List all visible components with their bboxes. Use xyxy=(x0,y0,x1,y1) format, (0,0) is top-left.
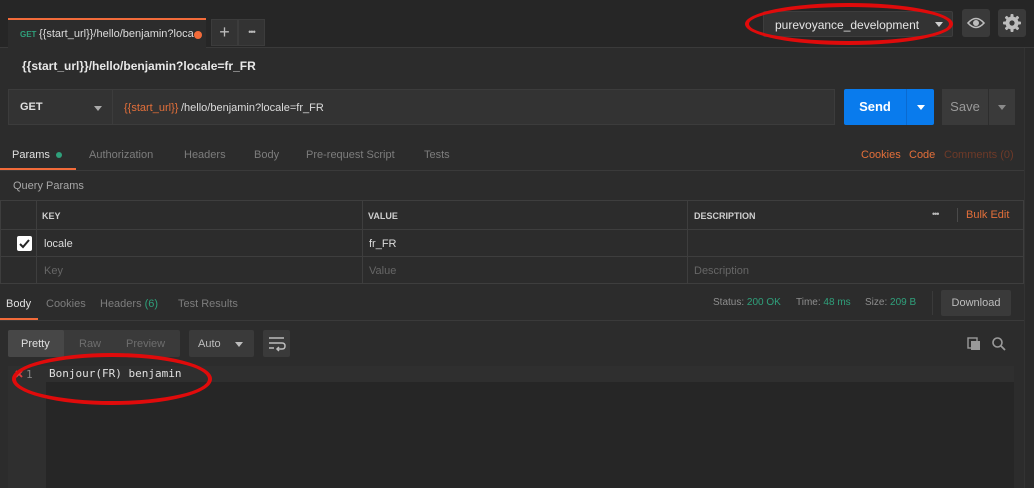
divider xyxy=(0,320,1024,321)
format-raw-button[interactable]: Raw xyxy=(79,338,101,350)
query-params-heading: Query Params xyxy=(13,180,84,192)
tab-tests[interactable]: Tests xyxy=(424,149,450,161)
tab-options-button[interactable]: ••• xyxy=(238,19,265,46)
bulk-edit-link[interactable]: Bulk Edit xyxy=(966,209,1009,221)
divider xyxy=(0,170,1024,171)
params-active-dot-icon xyxy=(56,152,62,158)
value-column-header: VALUE xyxy=(363,201,688,230)
save-button[interactable]: Save xyxy=(942,89,988,125)
request-name[interactable]: {{start_url}}/hello/benjamin?locale=fr_F… xyxy=(22,59,256,73)
tab-headers[interactable]: Headers xyxy=(184,149,226,161)
param-value[interactable]: fr_FR xyxy=(363,230,688,257)
checkmark-icon xyxy=(19,239,30,249)
table-options-button[interactable]: ••• xyxy=(932,209,940,219)
param-description[interactable] xyxy=(688,230,1024,257)
response-tab-headers-label: Headers xyxy=(100,298,142,310)
search-response-button[interactable] xyxy=(991,336,1007,355)
response-status: Status: 200 OK xyxy=(713,297,781,308)
url-path: /hello/benjamin?locale=fr_FR xyxy=(181,102,324,114)
download-button[interactable]: Download xyxy=(941,290,1011,316)
status-label: Status: xyxy=(713,297,745,308)
unsaved-dot-icon xyxy=(194,31,202,39)
tab-prerequest-script[interactable]: Pre-request Script xyxy=(306,149,395,161)
method-select-label: GET xyxy=(20,101,43,113)
table-row-checkbox-cell xyxy=(0,257,37,284)
environment-quick-look-button[interactable] xyxy=(962,9,990,37)
save-options-button[interactable] xyxy=(988,89,1015,125)
chevron-down-icon xyxy=(917,105,925,110)
new-key-input[interactable]: Key xyxy=(37,257,363,284)
response-tab-cookies[interactable]: Cookies xyxy=(46,298,86,310)
tab-authorization[interactable]: Authorization xyxy=(89,149,153,161)
response-time: Time: 48 ms xyxy=(796,297,851,308)
response-size: Size: 209 B xyxy=(865,297,916,308)
size-label: Size: xyxy=(865,297,888,308)
chevron-down-icon xyxy=(998,105,1006,110)
request-tab-title: {{start_url}}/hello/benjamin?loca xyxy=(39,28,194,40)
status-value: 200 OK xyxy=(746,297,781,308)
request-tab-method: GET xyxy=(20,30,37,39)
manage-environments-button[interactable] xyxy=(998,9,1026,37)
annotation-ellipse-environment xyxy=(745,3,953,45)
code-link[interactable]: Code xyxy=(909,149,935,161)
response-tab-test-results[interactable]: Test Results xyxy=(178,298,238,310)
url-variable: {{start_url}} xyxy=(124,102,179,114)
tab-params[interactable]: Params xyxy=(12,149,50,161)
chevron-down-icon xyxy=(235,342,243,347)
wrap-lines-button[interactable] xyxy=(263,330,290,357)
param-key[interactable]: locale xyxy=(37,230,363,257)
gear-icon xyxy=(1003,14,1021,32)
request-tab[interactable]: GET {{start_url}}/hello/benjamin?loca xyxy=(8,18,206,48)
divider xyxy=(932,291,933,315)
language-select-label: Auto xyxy=(198,338,221,350)
new-description-input[interactable]: Description xyxy=(688,257,1024,284)
new-tab-button[interactable]: + xyxy=(211,19,238,46)
size-value: 209 B xyxy=(890,297,917,308)
scrollbar[interactable] xyxy=(1024,48,1034,488)
format-pretty-button[interactable]: Pretty xyxy=(21,338,50,350)
comments-link[interactable]: Comments (0) xyxy=(944,149,1014,161)
method-select[interactable]: GET xyxy=(8,89,112,125)
language-select[interactable]: Auto xyxy=(189,330,254,357)
time-value: 48 ms xyxy=(823,297,851,308)
divider xyxy=(957,208,958,222)
table-header-cell xyxy=(0,201,37,230)
copy-icon xyxy=(967,337,980,350)
response-tab-headers[interactable]: Headers (6) xyxy=(100,298,158,310)
param-enabled-checkbox[interactable] xyxy=(17,236,32,251)
send-options-button[interactable] xyxy=(906,89,934,125)
new-value-input[interactable]: Value xyxy=(363,257,688,284)
annotation-ellipse-response xyxy=(12,353,212,405)
eye-icon xyxy=(966,17,986,29)
send-button[interactable]: Send xyxy=(844,89,906,125)
tab-body[interactable]: Body xyxy=(254,149,279,161)
format-preview-button[interactable]: Preview xyxy=(126,338,165,350)
search-icon xyxy=(992,337,1006,351)
wrap-lines-icon xyxy=(269,337,286,352)
chevron-down-icon xyxy=(94,106,102,111)
key-column-header: KEY xyxy=(37,201,363,230)
cookies-link[interactable]: Cookies xyxy=(861,149,901,161)
headers-count-badge: (6) xyxy=(144,298,159,310)
params-table: KEY VALUE DESCRIPTION locale fr_FR Key V… xyxy=(0,200,1024,284)
copy-response-button[interactable] xyxy=(966,336,982,355)
time-label: Time: xyxy=(796,297,821,308)
response-tab-body[interactable]: Body xyxy=(6,298,31,310)
url-input[interactable]: {{start_url}} /hello/benjamin?locale=fr_… xyxy=(112,89,835,125)
